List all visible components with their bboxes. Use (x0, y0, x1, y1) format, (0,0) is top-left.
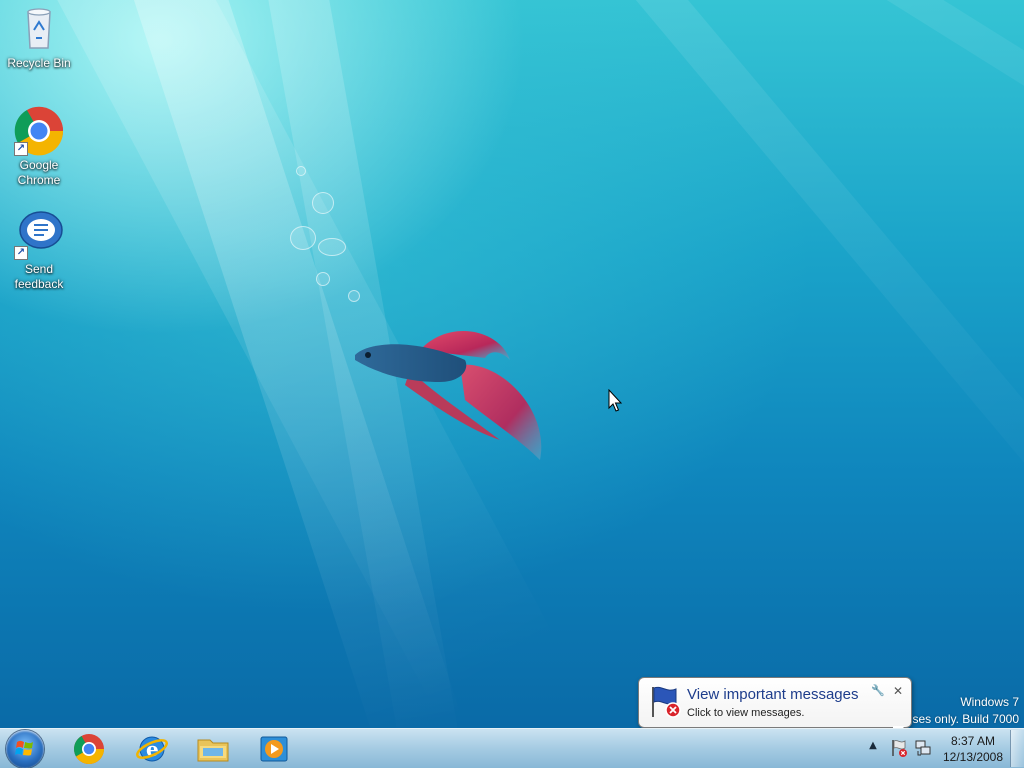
internet-explorer-icon: e (136, 736, 168, 762)
clock-date: 12/13/2008 (942, 750, 1004, 764)
windows-orb-icon (15, 740, 33, 756)
taskbar-windows-explorer-button[interactable] (186, 731, 240, 767)
desktop-icon-send-feedback[interactable]: ↗ Send feedback (0, 210, 78, 292)
light-ray (604, 0, 1024, 592)
desktop-icon-google-chrome[interactable]: ↗ Google Chrome (0, 106, 78, 188)
options-wrench-icon[interactable]: 🔧 (871, 685, 885, 697)
action-center-tray-icon[interactable] (890, 739, 908, 757)
taskbar-internet-explorer-button[interactable]: e (125, 731, 179, 767)
shortcut-arrow-icon: ↗ (14, 142, 28, 156)
notification-title: View important messages (687, 686, 859, 703)
bubble (316, 272, 330, 286)
notification-balloon[interactable]: View important messages Click to view me… (638, 677, 912, 728)
start-button[interactable] (6, 730, 44, 768)
action-center-flag-icon (652, 686, 681, 718)
watermark-line-1: Windows 7 (960, 695, 1019, 709)
recycle-bin-icon (14, 4, 64, 54)
desktop[interactable]: Recycle Bin ↗ Google Chrome ↗ Send feedb… (0, 0, 1024, 728)
feedback-icon: ↗ (14, 210, 64, 260)
taskbar-media-player-button[interactable] (247, 731, 301, 767)
bubble (318, 238, 346, 256)
windows-explorer-icon (197, 739, 229, 762)
desktop-icon-label: Google Chrome (17, 158, 61, 187)
mouse-cursor-icon (608, 389, 623, 412)
media-player-icon (260, 736, 288, 762)
clock-time: 8:37 AM (950, 734, 996, 748)
show-desktop-button[interactable] (1010, 730, 1024, 767)
windows-build-watermark: Windows 7 ses only. Build 7000 (912, 694, 1019, 728)
watermark-line-2: ses only. Build 7000 (912, 712, 1019, 726)
taskbar-clock[interactable]: 8:37 AM 12/13/2008 (936, 733, 1010, 765)
desktop-icon-label: Send feedback (14, 262, 64, 291)
desktop-icon-recycle-bin[interactable]: Recycle Bin (0, 4, 78, 71)
bubble (290, 226, 316, 250)
close-icon[interactable]: ✕ (891, 684, 905, 698)
chrome-icon (73, 734, 105, 765)
notification-text: Click to view messages. (687, 707, 805, 719)
fish-wallpaper-image (355, 331, 542, 460)
bubble (348, 290, 360, 302)
network-icon[interactable] (914, 739, 932, 757)
taskbar-chrome-button[interactable] (62, 731, 116, 767)
shortcut-arrow-icon: ↗ (14, 246, 28, 260)
chrome-icon: ↗ (14, 106, 64, 156)
show-hidden-icons-button[interactable]: ▲ (866, 739, 880, 753)
taskbar: e ▲ 8:37 AM 12/13/2008 (0, 728, 1024, 768)
desktop-icon-label: Recycle Bin (7, 56, 71, 70)
bubble (312, 192, 334, 214)
bubble (296, 166, 306, 176)
